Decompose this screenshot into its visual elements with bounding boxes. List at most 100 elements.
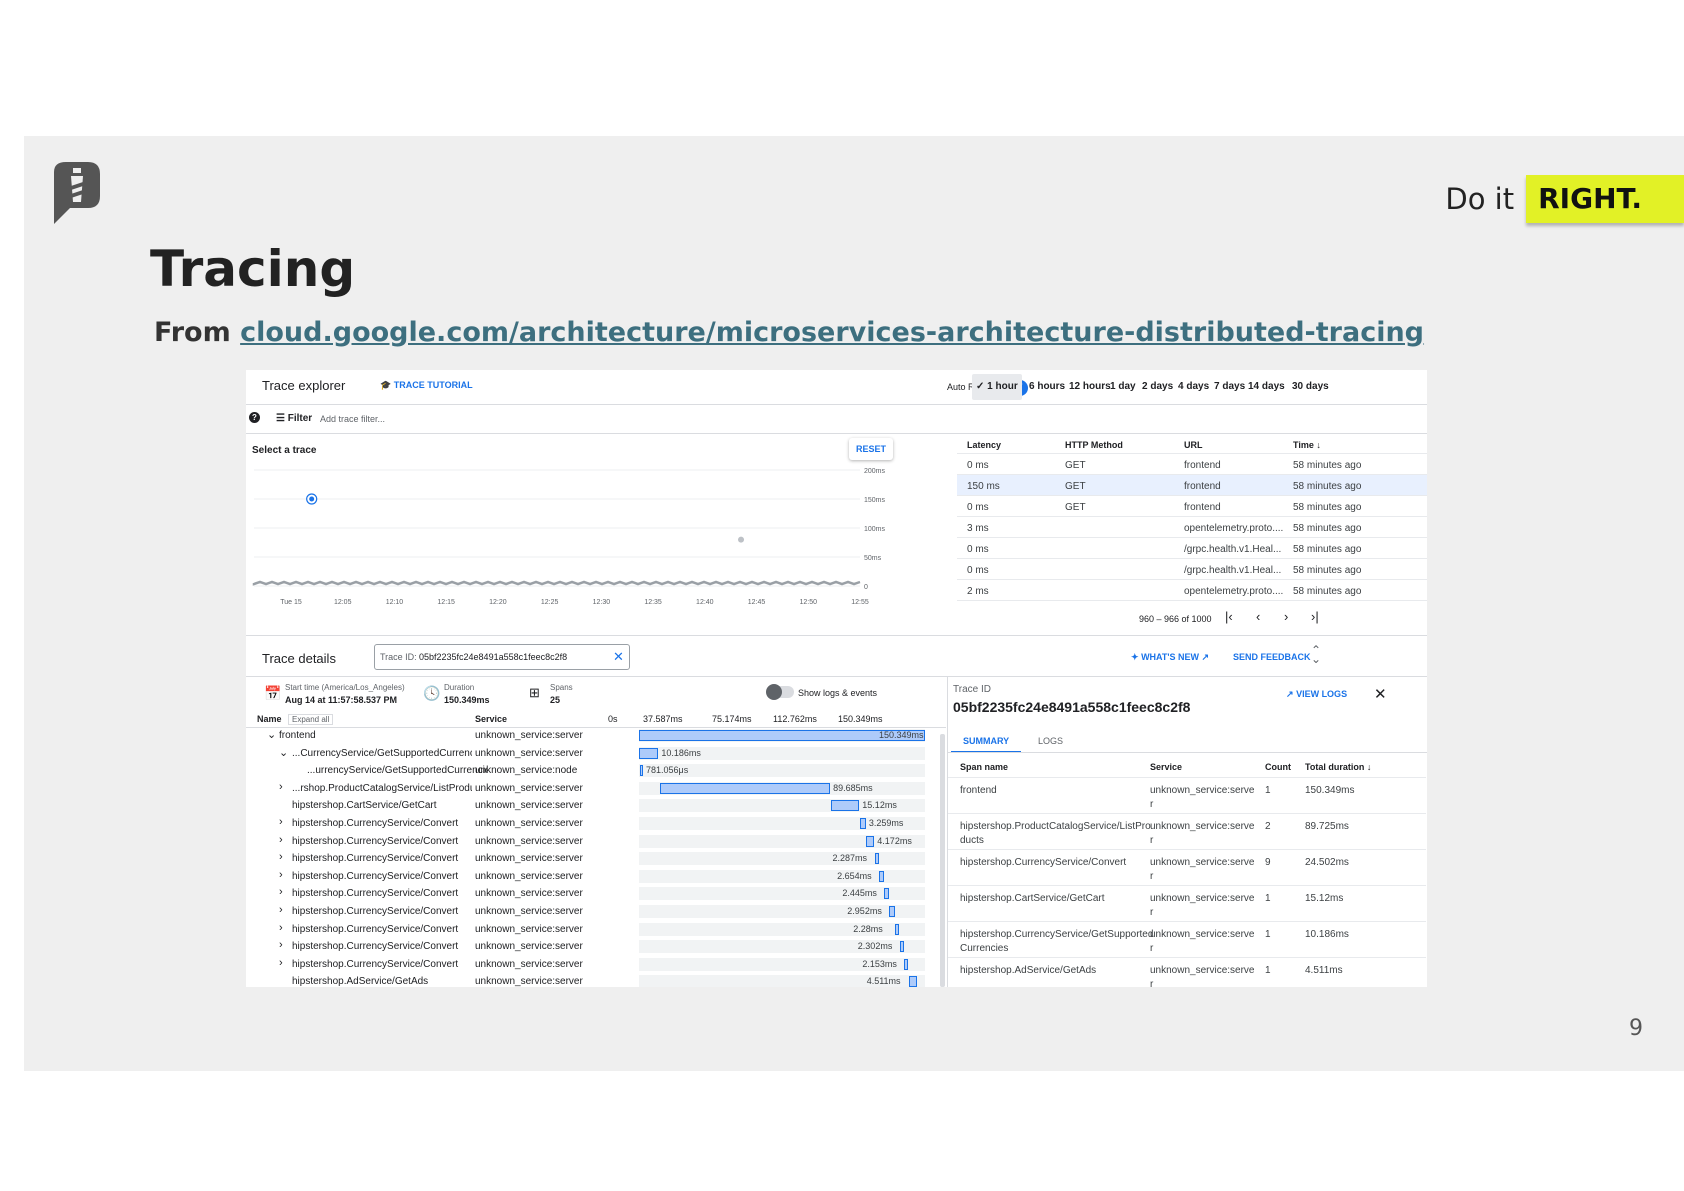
summary-header-span-name: Span name: [960, 762, 1009, 772]
trace-table-cell: 150 ms: [967, 481, 1000, 492]
span-name: hipstershop.CurrencyService/Convert: [292, 923, 459, 935]
span-bar[interactable]: [879, 870, 885, 882]
span-track: [639, 852, 925, 866]
trace-table-row[interactable]: 0 ms GET frontend 58 minutes ago: [957, 496, 1427, 517]
reset-button[interactable]: RESET: [849, 438, 893, 460]
trace-scatter-chart[interactable]: 200ms 150ms 100ms 50ms 0 Tue 15 12:05 12:10 12:1…: [246, 460, 896, 610]
trace-table-cell: GET: [1065, 481, 1086, 492]
span-row[interactable]: › hipstershop.CurrencyService/Convert unkn…: [246, 850, 946, 867]
summary-row[interactable]: frontend unknown_service:serve r 1 150.349m…: [948, 778, 1426, 814]
span-row[interactable]: › hipstershop.CurrencyService/Convert unkn…: [246, 903, 946, 920]
trace-id-field[interactable]: Trace ID: 05bf2235fc24e8491a558c1feec8c2…: [374, 644, 630, 670]
trace-tutorial-link[interactable]: 🎓 TRACE TUTORIAL: [380, 380, 473, 391]
chevron-icon[interactable]: ›: [279, 904, 283, 916]
span-row[interactable]: › hipstershop.CurrencyService/Convert unkn…: [246, 885, 946, 902]
span-bar[interactable]: [899, 941, 905, 953]
trace-table-cell: /grpc.health.v1.Heal...: [1184, 544, 1282, 555]
span-row[interactable]: ...urrencyService/GetSupportedCurrencies…: [246, 762, 946, 779]
show-logs-toggle[interactable]: [766, 684, 794, 700]
view-logs-link[interactable]: ↗ VIEW LOGS: [1286, 689, 1347, 700]
trace-table-row[interactable]: 0 ms/grpc.health.v1.Heal... 58 minutes ag…: [957, 538, 1427, 559]
trace-table-row[interactable]: 0 ms GET frontend 58 minutes ago: [957, 454, 1427, 475]
close-panel-icon[interactable]: ✕: [1374, 685, 1387, 703]
expand-icon[interactable]: ⌃ ⌄: [1311, 644, 1321, 665]
chevron-icon[interactable]: ›: [279, 816, 283, 828]
span-row[interactable]: › hipstershop.CurrencyService/Convert unkn…: [246, 956, 946, 973]
whats-new-label: WHAT'S NEW: [1141, 652, 1200, 662]
span-bar[interactable]: [884, 888, 890, 900]
chevron-icon[interactable]: ⌄: [279, 746, 288, 759]
chevron-icon[interactable]: ›: [279, 886, 283, 898]
range-1-hour[interactable]: ✓ 1 hour: [972, 374, 1022, 400]
span-bar[interactable]: [830, 800, 860, 812]
span-bar[interactable]: [866, 835, 875, 847]
summary-row[interactable]: hipstershop.AdService/GetAds unknown_serv…: [948, 958, 1426, 987]
trace-table-row[interactable]: 0 ms/grpc.health.v1.Heal... 58 minutes ag…: [957, 559, 1427, 580]
chevron-icon[interactable]: ›: [279, 957, 283, 969]
expand-all-button[interactable]: Expand all: [288, 714, 334, 725]
trace-table-cell: GET: [1065, 460, 1086, 471]
range-4-days[interactable]: 4 days: [1174, 374, 1213, 400]
chevron-icon[interactable]: ›: [279, 939, 283, 951]
summary-row[interactable]: hipstershop.CurrencyService/Convert unkno…: [948, 850, 1426, 886]
span-row[interactable]: hipstershop.AdService/GetAds unknown_serv…: [246, 973, 946, 987]
span-row[interactable]: hipstershop.CartService/GetCart unknown_s…: [246, 797, 946, 814]
span-row[interactable]: ⌄ frontend unknown_service:server 150.349ms: [246, 727, 946, 744]
trace-table-header-time: Time ↓: [1293, 440, 1321, 450]
whats-new-link[interactable]: ✦ WHAT'S NEW ↗: [1131, 652, 1209, 663]
summary-row[interactable]: hipstershop.CartService/GetCart unknown_s…: [948, 886, 1426, 922]
summary-row[interactable]: hipstershop.CurrencyService/GetSupported…: [948, 922, 1426, 958]
span-row[interactable]: › hipstershop.CurrencyService/Convert unkn…: [246, 833, 946, 850]
range-30-days[interactable]: 30 days: [1288, 374, 1333, 400]
source-link[interactable]: cloud.google.com/architecture/microservi…: [240, 317, 1424, 348]
chevron-icon[interactable]: ⌄: [267, 728, 276, 741]
span-bar[interactable]: [874, 853, 879, 865]
close-icon[interactable]: ✕: [613, 649, 624, 665]
chevron-icon[interactable]: ›: [279, 834, 283, 846]
span-bar[interactable]: [895, 923, 900, 935]
span-row[interactable]: › hipstershop.CurrencyService/Convert unkn…: [246, 868, 946, 885]
range-14-days[interactable]: 14 days: [1244, 374, 1289, 400]
range-6-hours[interactable]: 6 hours: [1025, 374, 1069, 400]
span-bar[interactable]: [859, 818, 866, 829]
help-icon[interactable]: ?: [249, 412, 260, 423]
span-bar[interactable]: [639, 747, 659, 759]
next-icon[interactable]: ›: [1284, 609, 1288, 624]
tab-logs[interactable]: LOGS: [1038, 736, 1063, 746]
x-tick-label: 12:40: [696, 599, 714, 606]
range-2-days[interactable]: 2 days: [1138, 374, 1177, 400]
send-feedback-link[interactable]: SEND FEEDBACK: [1233, 652, 1311, 662]
span-bar[interactable]: [659, 782, 831, 794]
span-bar[interactable]: [904, 958, 909, 970]
prev-icon[interactable]: ‹: [1256, 609, 1260, 624]
span-bar[interactable]: [640, 765, 643, 777]
trace-table-row[interactable]: 2 ms opentelemetry.proto.... 58 minutes ag…: [957, 580, 1427, 601]
timeline-tick-label: 150.349ms: [838, 714, 883, 724]
trace-table-row[interactable]: 3 ms opentelemetry.proto.... 58 minutes ag…: [957, 517, 1427, 538]
span-duration-label: 2.952ms: [847, 906, 882, 916]
span-bar[interactable]: [908, 976, 918, 987]
span-bar[interactable]: [889, 906, 895, 917]
summary-cell: 150.349ms: [1305, 785, 1355, 796]
last-page-icon[interactable]: ›|: [1311, 609, 1319, 624]
span-row[interactable]: › hipstershop.CurrencyService/Convert unkn…: [246, 921, 946, 938]
tab-summary[interactable]: SUMMARY: [951, 736, 1022, 753]
waterfall-scrollbar[interactable]: [940, 734, 945, 987]
summary-cell: unknown_service:serve r: [1150, 893, 1255, 918]
range-1-day[interactable]: 1 day: [1106, 374, 1140, 400]
span-row[interactable]: › hipstershop.CurrencyService/Convert unkn…: [246, 938, 946, 955]
chevron-icon[interactable]: ›: [279, 869, 283, 881]
span-row[interactable]: › hipstershop.CurrencyService/Convert unkn…: [246, 815, 946, 832]
span-row[interactable]: ⌄ ...CurrencyService/GetSupportedCurrenci…: [246, 745, 946, 762]
first-page-icon[interactable]: |‹: [1225, 609, 1233, 624]
filter-button[interactable]: ☰ Filter: [276, 413, 312, 424]
span-service: unknown_service:server: [475, 835, 583, 847]
chevron-icon[interactable]: ›: [279, 851, 283, 863]
span-row[interactable]: › ...rshop.ProductCatalogService/ListProd…: [246, 780, 946, 797]
summary-cell: frontend: [960, 785, 997, 796]
trace-table-row[interactable]: 150 ms GET frontend 58 minutes ago: [957, 475, 1427, 496]
chevron-icon[interactable]: ›: [279, 781, 283, 793]
chevron-icon[interactable]: ›: [279, 922, 283, 934]
summary-row[interactable]: hipstershop.ProductCatalogService/ListPr…: [948, 814, 1426, 850]
trace-filter-input[interactable]: Add trace filter...: [320, 414, 385, 424]
